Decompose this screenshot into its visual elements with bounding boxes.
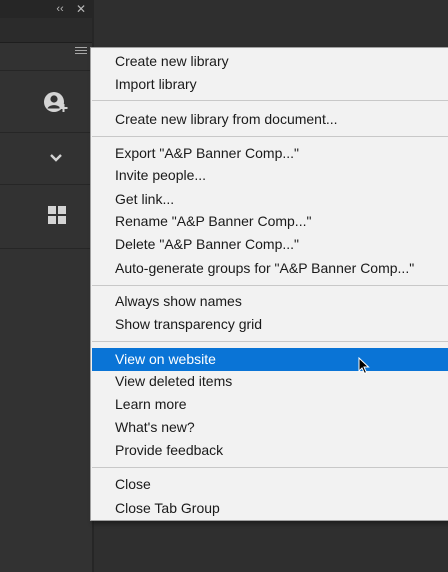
menu-item-import-library[interactable]: Import library [92, 73, 448, 96]
menu-item-always-show-names[interactable]: Always show names [92, 290, 448, 313]
collapse-panels-icon[interactable]: ‹‹ [53, 2, 67, 16]
menu-item-view-on-website[interactable]: View on website [92, 348, 448, 371]
chevron-down-icon[interactable] [48, 152, 64, 164]
menu-item-show-transparency-grid[interactable]: Show transparency grid [92, 313, 448, 336]
menu-item-delete[interactable]: Delete "A&P Banner Comp..." [92, 233, 448, 256]
divider [0, 70, 94, 71]
close-icon[interactable]: ✕ [74, 2, 88, 16]
menu-separator [92, 341, 448, 342]
menu-item-close-tab-group[interactable]: Close Tab Group [92, 497, 448, 520]
menu-item-create-new-library[interactable]: Create new library [92, 50, 448, 73]
menu-item-export[interactable]: Export "A&P Banner Comp..." [92, 142, 448, 165]
panel-title-bar: ‹‹ ✕ [0, 0, 94, 18]
panel-tab-bar [0, 18, 94, 43]
menu-item-view-deleted-items[interactable]: View deleted items [92, 370, 448, 393]
menu-separator [92, 136, 448, 137]
grid-view-icon[interactable] [47, 205, 67, 225]
menu-item-rename[interactable]: Rename "A&P Banner Comp..." [92, 210, 448, 233]
menu-item-learn-more[interactable]: Learn more [92, 393, 448, 416]
menu-separator [92, 467, 448, 468]
panel-menu-icon[interactable] [75, 47, 87, 57]
menu-item-whats-new[interactable]: What's new? [92, 416, 448, 439]
libraries-panel: ‹‹ ✕ [0, 0, 94, 572]
menu-separator [92, 100, 448, 101]
divider [0, 184, 94, 185]
menu-item-get-link[interactable]: Get link... [92, 188, 448, 211]
divider [0, 132, 94, 133]
menu-item-provide-feedback[interactable]: Provide feedback [92, 439, 448, 462]
menu-item-invite-people[interactable]: Invite people... [92, 164, 448, 187]
menu-item-create-library-from-document[interactable]: Create new library from document... [92, 108, 448, 131]
menu-separator [92, 285, 448, 286]
divider [0, 248, 94, 249]
add-user-icon[interactable] [43, 91, 69, 115]
mouse-cursor-icon [358, 357, 370, 375]
menu-item-auto-generate-groups[interactable]: Auto-generate groups for "A&P Banner Com… [92, 257, 448, 280]
menu-item-close[interactable]: Close [92, 473, 448, 496]
context-menu: Create new library Import library Create… [90, 47, 448, 521]
